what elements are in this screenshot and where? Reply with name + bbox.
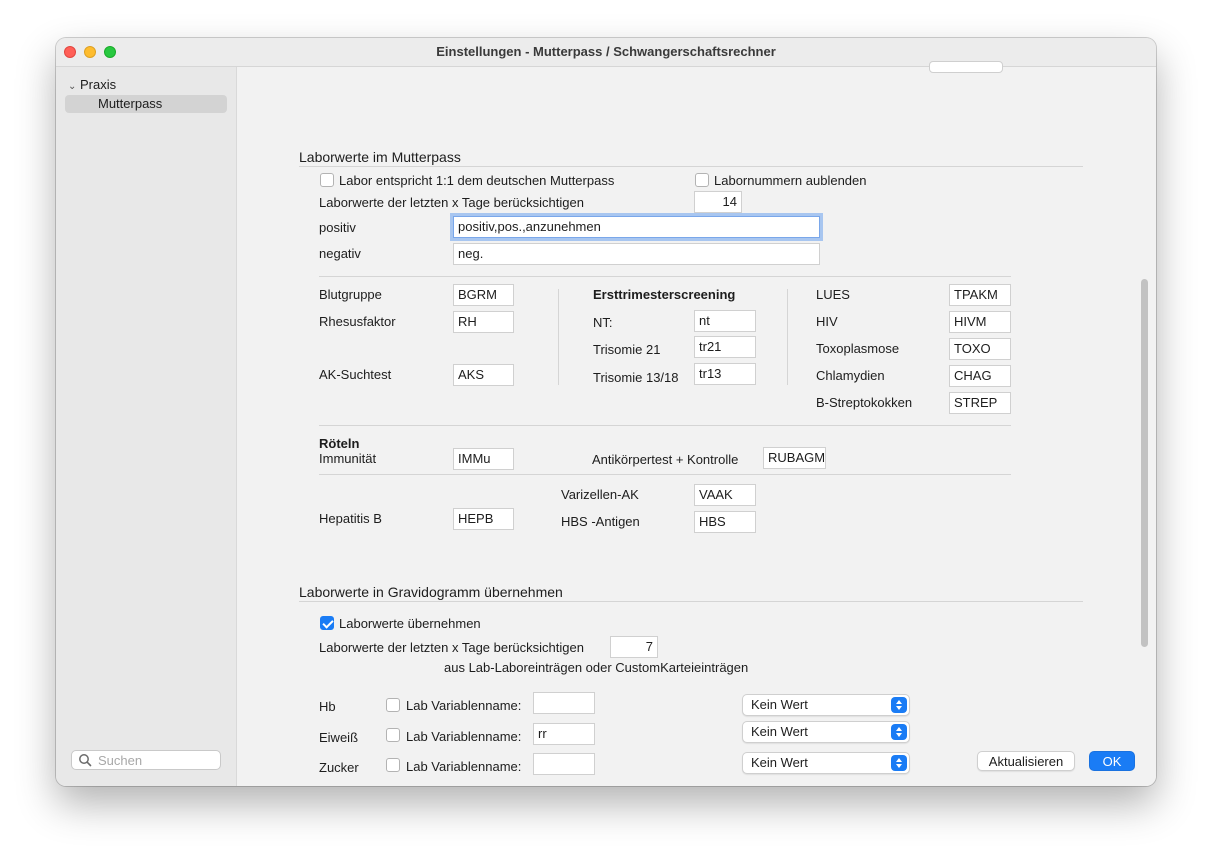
rhesus-label: Rhesusfaktor xyxy=(319,314,396,329)
hepb-input[interactable]: HEPB xyxy=(453,508,514,530)
chevron-down-icon[interactable]: ⌄ xyxy=(68,81,80,92)
divider xyxy=(299,601,1083,602)
antikoerper-input[interactable]: RUBAGM xyxy=(763,447,826,469)
tr13-input[interactable]: tr13 xyxy=(694,363,756,385)
divider xyxy=(299,166,1083,167)
hbs-label: HBS -Antigen xyxy=(561,514,640,529)
strep-label: B-Streptokokken xyxy=(816,395,913,410)
section-title-gravido: Laborwerte in Gravidogramm übernehmen xyxy=(299,584,563,600)
roeteln-title: Röteln xyxy=(319,436,360,451)
aktualisieren-button[interactable]: Aktualisieren xyxy=(977,751,1075,771)
divider xyxy=(787,289,788,385)
hb-label: Hb xyxy=(319,699,336,714)
vertical-scrollbar[interactable] xyxy=(1141,279,1148,647)
search-field[interactable]: Suchen xyxy=(71,750,221,770)
labornummern-label: Labornummern aublenden xyxy=(714,173,867,188)
zucker-lab-checkbox[interactable] xyxy=(386,758,400,772)
eiweiss-label: Eiweiß xyxy=(319,730,359,745)
hiv-label: HIV xyxy=(816,314,838,329)
zucker-value-select[interactable]: Kein Wert xyxy=(742,752,910,774)
search-placeholder: Suchen xyxy=(98,753,143,768)
eiweiss-variable-input[interactable]: rr xyxy=(533,723,595,745)
labor-tage-input[interactable]: 14 xyxy=(694,191,742,213)
negativ-input[interactable]: neg. xyxy=(453,243,820,265)
search-icon xyxy=(79,754,92,767)
divider xyxy=(319,276,1011,277)
labor-deutsch-checkbox[interactable] xyxy=(320,173,334,187)
hb-variable-input[interactable] xyxy=(533,692,595,714)
laborwerte-uebernehmen-checkbox[interactable] xyxy=(320,616,334,630)
eiweiss-value-select-label: Kein Wert xyxy=(751,724,808,739)
hiv-input[interactable]: HIVM xyxy=(949,311,1011,333)
tr21-label: Trisomie 21 xyxy=(593,342,661,357)
gravido-hint: aus Lab-Laboreinträgen oder CustomKartei… xyxy=(444,660,749,675)
section-title-labor: Laborwerte im Mutterpass xyxy=(299,149,461,165)
sidebar-item-label: Praxis xyxy=(80,77,117,92)
sidebar-item-praxis[interactable]: ⌄ Praxis xyxy=(68,77,116,92)
settings-window: Einstellungen - Mutterpass / Schwangersc… xyxy=(56,38,1156,786)
eiweiss-value-select[interactable]: Kein Wert xyxy=(742,721,910,743)
labor-tage-label: Laborwerte der letzten x Tage berücksich… xyxy=(319,195,584,210)
toxo-input[interactable]: TOXO xyxy=(949,338,1011,360)
zucker-variable-input[interactable] xyxy=(533,753,595,775)
popup-arrows-icon xyxy=(891,724,907,740)
chlam-label: Chlamydien xyxy=(816,368,885,383)
aks-input[interactable]: AKS xyxy=(453,364,514,386)
window-title: Einstellungen - Mutterpass / Schwangersc… xyxy=(436,44,776,59)
lues-label: LUES xyxy=(816,287,850,302)
labor-deutsch-label: Labor entspricht 1:1 dem deutschen Mutte… xyxy=(339,173,615,188)
divider xyxy=(558,289,559,385)
zucker-lab-label: Lab Variablenname: xyxy=(406,759,522,774)
strep-input[interactable]: STREP xyxy=(949,392,1011,414)
eiweiss-lab-label: Lab Variablenname: xyxy=(406,729,522,744)
popup-arrows-icon xyxy=(891,755,907,771)
hb-value-select-label: Kein Wert xyxy=(751,697,808,712)
hb-lab-checkbox[interactable] xyxy=(386,698,400,712)
rhesus-input[interactable]: RH xyxy=(453,311,514,333)
settings-content: Laborwerte im Mutterpass Labor entsprich… xyxy=(237,61,1156,786)
sidebar-item-label: Mutterpass xyxy=(98,96,163,111)
zucker-value-select-label: Kein Wert xyxy=(751,755,808,770)
toxo-label: Toxoplasmose xyxy=(816,341,900,356)
varizellen-label: Varizellen-AK xyxy=(561,487,639,502)
negativ-label: negativ xyxy=(319,246,361,261)
lues-input[interactable]: TPAKM xyxy=(949,284,1011,306)
labornummern-checkbox[interactable] xyxy=(695,173,709,187)
nt-input[interactable]: nt xyxy=(694,310,756,332)
positiv-label: positiv xyxy=(319,220,356,235)
tr21-input[interactable]: tr21 xyxy=(694,336,756,358)
divider xyxy=(319,474,1011,475)
varizellen-input[interactable]: VAAK xyxy=(694,484,756,506)
sidebar: ⌄ Praxis Mutterpass Suchen xyxy=(56,67,237,786)
divider xyxy=(319,425,1011,426)
chlam-input[interactable]: CHAG xyxy=(949,365,1011,387)
nt-label: NT: xyxy=(593,315,613,330)
ersttrimester-title: Ersttrimesterscreening xyxy=(593,287,736,302)
aks-label: AK-Suchtest xyxy=(319,367,392,382)
partial-control-top[interactable] xyxy=(929,61,1003,73)
laborwerte-uebernehmen-label: Laborwerte übernehmen xyxy=(339,616,481,631)
zucker-label: Zucker xyxy=(319,760,359,775)
hepb-label: Hepatitis B xyxy=(319,511,382,526)
eiweiss-lab-checkbox[interactable] xyxy=(386,728,400,742)
tr13-label: Trisomie 13/18 xyxy=(593,370,679,385)
sidebar-item-mutterpass[interactable]: Mutterpass xyxy=(65,95,227,113)
blutgruppe-label: Blutgruppe xyxy=(319,287,382,302)
hb-lab-label: Lab Variablenname: xyxy=(406,698,522,713)
blutgruppe-input[interactable]: BGRM xyxy=(453,284,514,306)
gravido-tage-input[interactable]: 7 xyxy=(610,636,658,658)
immunitaet-label: Immunität xyxy=(319,451,377,466)
hb-value-select[interactable]: Kein Wert xyxy=(742,694,910,716)
gravido-tage-label: Laborwerte der letzten x Tage berücksich… xyxy=(319,640,584,655)
hbs-input[interactable]: HBS xyxy=(694,511,756,533)
ok-button[interactable]: OK xyxy=(1089,751,1135,771)
popup-arrows-icon xyxy=(891,697,907,713)
positiv-input[interactable]: positiv,pos.,anzunehmen xyxy=(453,216,820,238)
immunitaet-input[interactable]: IMMu xyxy=(453,448,514,470)
antikoerper-label: Antikörpertest + Kontrolle xyxy=(592,452,739,467)
